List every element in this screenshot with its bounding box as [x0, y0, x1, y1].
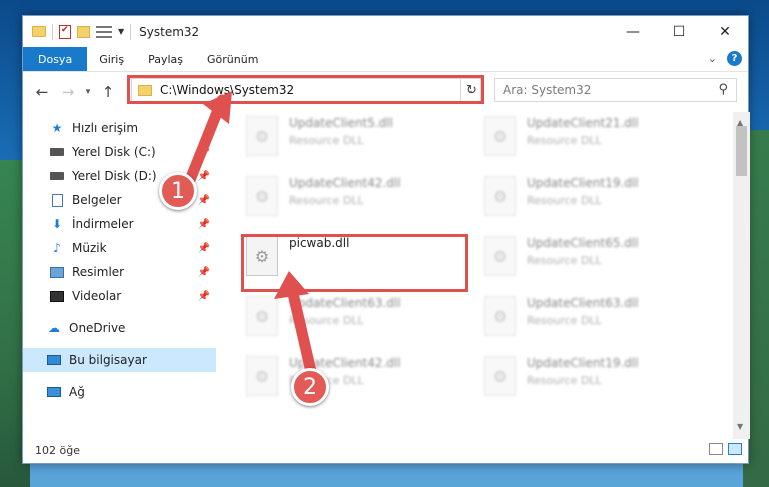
view-list-icon[interactable]: [96, 25, 112, 38]
step-badge-1: 1: [159, 172, 197, 210]
file-item[interactable]: ⚙ UpdateClient19.dll Resource DLL: [484, 176, 704, 226]
properties-icon[interactable]: [59, 24, 71, 39]
pin-icon[interactable]: 📌: [198, 267, 210, 278]
customize-toolbar-icon[interactable]: ▼: [118, 27, 124, 36]
dll-file-icon: ⚙: [246, 356, 278, 396]
explorer-window: ▼ System32 — ☐ ✕ Dosya Giriş Paylaş Görü…: [22, 15, 750, 464]
tab-file[interactable]: Dosya: [23, 47, 88, 71]
sidebar-item-pictures[interactable]: Resimler 📌: [23, 260, 216, 284]
dll-file-icon: ⚙: [484, 356, 516, 396]
search-icon[interactable]: ⚲: [718, 82, 728, 97]
file-item[interactable]: ⚙ UpdateClient42.dllResource DLL: [246, 356, 466, 406]
tab-share[interactable]: Paylaş: [136, 47, 195, 71]
search-box[interactable]: Ara: System32 ⚲: [494, 78, 737, 102]
file-item[interactable]: ⚙ UpdateClient42.dllResource DLL: [246, 176, 466, 226]
videos-icon: [50, 290, 64, 302]
item-count: 102 öğe: [35, 443, 80, 457]
dll-file-icon: ⚙: [246, 116, 278, 156]
minimize-button[interactable]: —: [610, 16, 656, 47]
music-icon: ♪: [53, 241, 61, 255]
dll-file-icon: ⚙: [484, 296, 516, 336]
ribbon-tabs: Dosya Giriş Paylaş Görünüm ⌄ ?: [23, 47, 748, 72]
details-view-icon[interactable]: [709, 443, 723, 455]
dll-file-icon: ⚙: [246, 176, 278, 216]
forward-button[interactable]: →: [55, 83, 81, 101]
status-bar: 102 öğe: [23, 437, 750, 463]
recent-locations-button[interactable]: ▾: [81, 87, 95, 97]
vertical-scrollbar[interactable]: ▲ ▼: [733, 112, 750, 439]
sidebar-item-music[interactable]: ♪ Müzik 📌: [23, 236, 216, 260]
step-badge-2: 2: [291, 368, 329, 406]
dll-file-icon: ⚙: [246, 296, 278, 336]
help-icon[interactable]: ?: [727, 51, 742, 66]
pin-icon[interactable]: 📌: [198, 171, 210, 182]
sidebar-item-quick-access[interactable]: ★ Hızlı erişim: [23, 116, 216, 140]
dll-file-icon: ⚙: [484, 236, 516, 276]
main-content: ★ Hızlı erişim Yerel Disk (C:) 📌 Yerel D…: [23, 112, 750, 439]
sidebar-item-onedrive[interactable]: ☁ OneDrive: [23, 316, 216, 340]
disk-icon: [50, 172, 64, 180]
window-title: System32: [139, 24, 200, 39]
maximize-button[interactable]: ☐: [656, 16, 702, 47]
navigation-pane: ★ Hızlı erişim Yerel Disk (C:) 📌 Yerel D…: [23, 112, 216, 439]
sidebar-item-downloads[interactable]: ⬇ İndirmeler 📌: [23, 212, 216, 236]
scroll-down-icon[interactable]: ▼: [737, 422, 743, 431]
quick-access-toolbar: ▼: [23, 23, 132, 40]
star-icon: ★: [51, 121, 63, 135]
search-placeholder: Ara: System32: [503, 83, 592, 97]
navigation-bar: ← → ▾ ↑ C:\Windows\System32 ⌄ ↻ Ara: Sys…: [23, 72, 748, 112]
pin-icon[interactable]: 📌: [198, 291, 210, 302]
address-highlight-box: [127, 75, 484, 104]
file-item[interactable]: ⚙ UpdateClient63.dll Resource DLL: [246, 296, 466, 346]
pictures-icon: [50, 266, 64, 278]
file-item[interactable]: ⚙ UpdateClient21.dll Resource DLL: [484, 116, 704, 166]
new-folder-icon[interactable]: [77, 25, 90, 38]
sidebar-item-this-pc[interactable]: Bu bilgisayar: [23, 348, 216, 372]
file-item[interactable]: ⚙ UpdateClient19.dll Resource DLL: [484, 356, 704, 406]
window-controls: — ☐ ✕: [610, 16, 748, 47]
pin-icon[interactable]: 📌: [198, 243, 210, 254]
close-button[interactable]: ✕: [702, 16, 748, 47]
downloads-icon: ⬇: [51, 217, 63, 231]
computer-icon: [47, 355, 61, 365]
tab-home[interactable]: Giriş: [87, 47, 136, 71]
scroll-thumb[interactable]: [736, 126, 747, 176]
sidebar-item-network[interactable]: Ağ: [23, 380, 216, 404]
disk-icon: [50, 148, 64, 156]
pin-icon[interactable]: 📌: [198, 195, 210, 206]
file-item[interactable]: ⚙ UpdateClient63.dll Resource DLL: [484, 296, 704, 346]
documents-icon: [51, 193, 63, 207]
cloud-icon: ☁: [48, 321, 60, 335]
file-item[interactable]: ⚙ UpdateClient5.dll Resource DLL: [246, 116, 466, 166]
tab-view[interactable]: Görünüm: [195, 47, 270, 71]
pin-icon[interactable]: 📌: [198, 147, 210, 158]
network-icon: [47, 387, 61, 397]
up-button[interactable]: ↑: [95, 83, 121, 101]
file-item[interactable]: ⚙ UpdateClient65.dll Resource DLL: [484, 236, 704, 286]
pin-icon[interactable]: 📌: [198, 219, 210, 230]
dll-file-icon: ⚙: [484, 116, 516, 156]
dll-file-icon: ⚙: [484, 176, 516, 216]
tiles-view-icon[interactable]: [728, 443, 742, 455]
file-highlight-box: [241, 234, 468, 292]
expand-ribbon-icon[interactable]: ⌄: [708, 52, 717, 65]
folder-icon: [32, 26, 46, 37]
sidebar-item-videos[interactable]: Videolar 📌: [23, 284, 216, 308]
title-bar: ▼ System32 — ☐ ✕: [23, 16, 748, 47]
sidebar-item-disk-c[interactable]: Yerel Disk (C:) 📌: [23, 140, 216, 164]
back-button[interactable]: ←: [29, 83, 55, 101]
